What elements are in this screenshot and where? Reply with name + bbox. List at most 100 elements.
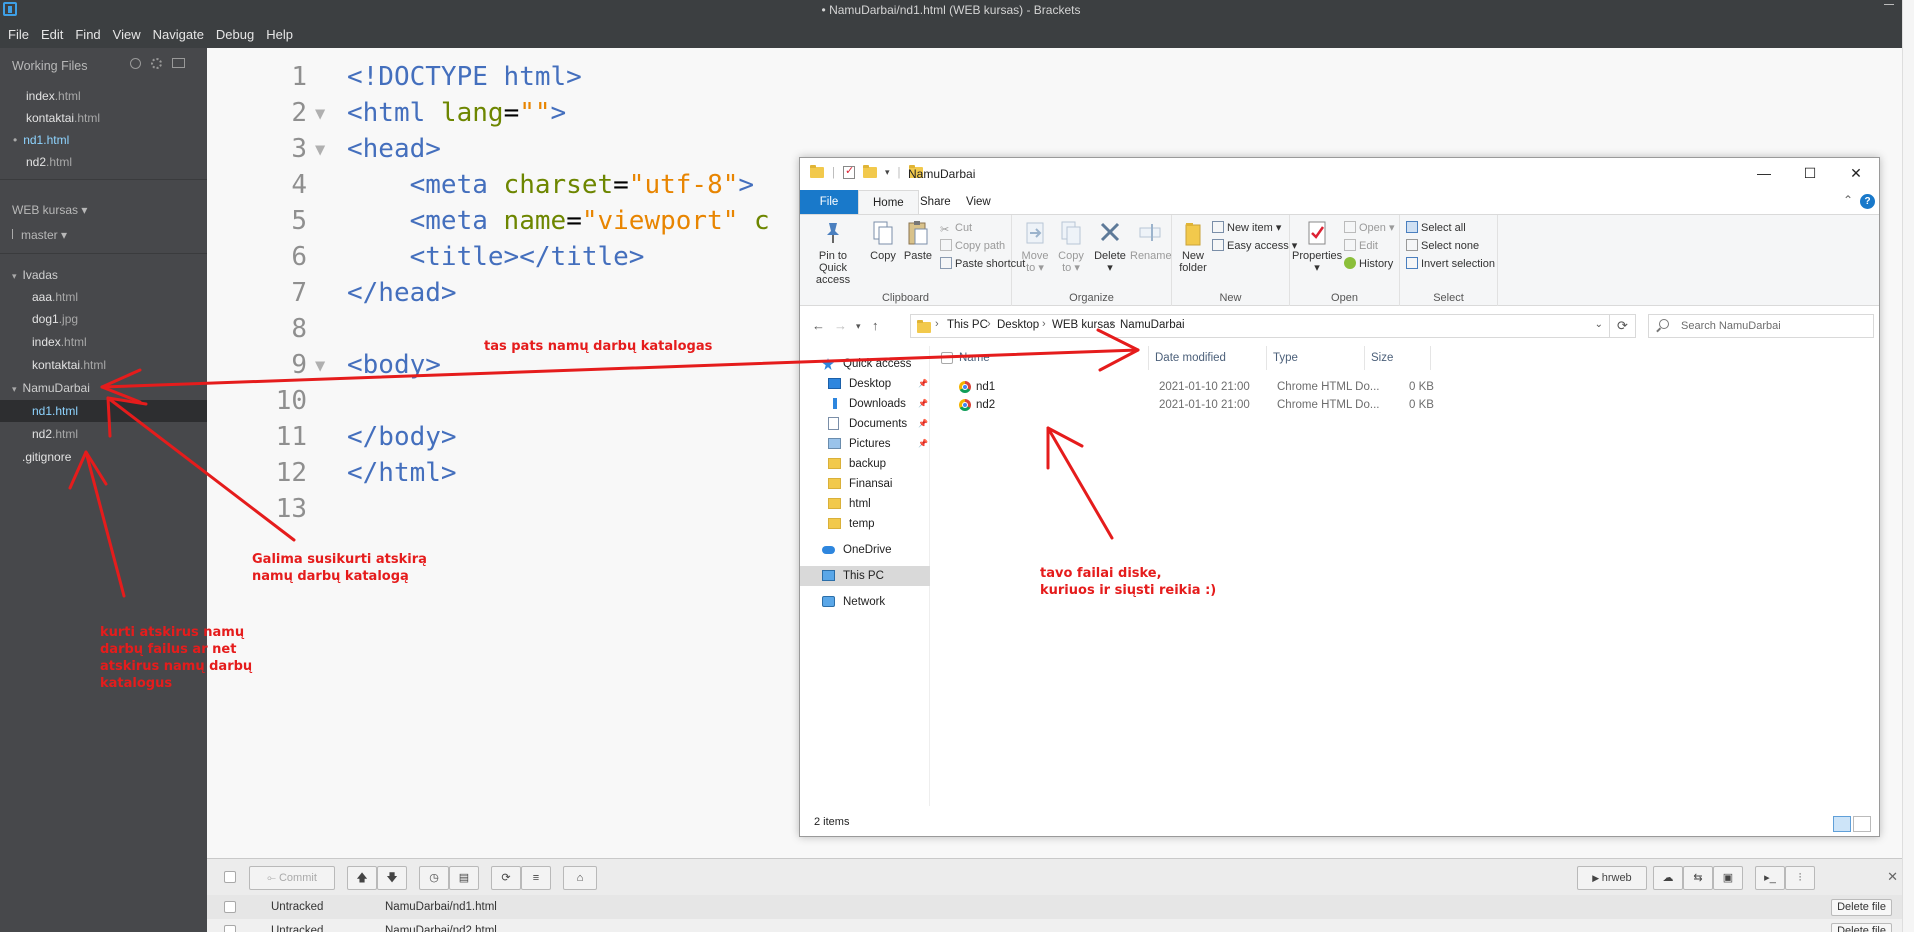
- tag-button[interactable]: ⌂: [563, 866, 597, 890]
- pull-button[interactable]: 🡅: [347, 866, 377, 890]
- minimize-icon[interactable]: —: [1741, 158, 1787, 190]
- collapse-ribbon-icon[interactable]: ⌃: [1843, 193, 1853, 207]
- menu-button[interactable]: ≡: [521, 866, 551, 890]
- tree-folder-namudarbai[interactable]: ▾ NamuDarbai: [0, 377, 207, 399]
- history-button[interactable]: ◷: [419, 866, 449, 890]
- select-all-checkbox[interactable]: [224, 871, 236, 883]
- tree-file-gitignore[interactable]: .gitignore: [0, 446, 207, 468]
- cloud-button[interactable]: ☁: [1653, 866, 1683, 890]
- back-arrow-icon[interactable]: ←: [812, 318, 825, 333]
- open-button[interactable]: Open ▾: [1344, 219, 1395, 237]
- terminal-button[interactable]: ▸_: [1755, 866, 1785, 890]
- push-button[interactable]: 🡇: [377, 866, 407, 890]
- easy-access-button[interactable]: Easy access ▾: [1212, 237, 1297, 255]
- select-all-checkbox[interactable]: [941, 352, 953, 364]
- breadcrumb-this-pc[interactable]: This PC: [947, 319, 988, 331]
- tab-file[interactable]: File: [800, 190, 858, 214]
- close-icon[interactable]: ✕: [1887, 869, 1898, 885]
- customize-dropdown-icon[interactable]: ▾: [885, 167, 890, 178]
- column-name[interactable]: Name: [953, 346, 1149, 370]
- breadcrumb-web-kursas[interactable]: WEB kursas: [1052, 319, 1115, 331]
- git-file-row[interactable]: Untracked NamuDarbai/nd2.html Delete fil…: [207, 919, 1902, 932]
- tab-view[interactable]: View: [952, 190, 1005, 214]
- project-dropdown[interactable]: WEB kursas ▾: [12, 203, 87, 217]
- delete-file-button[interactable]: Delete file: [1831, 899, 1892, 916]
- refresh-button[interactable]: ⟳: [491, 866, 521, 890]
- gear-icon[interactable]: [151, 58, 162, 69]
- tree-file-dog1[interactable]: dog1.jpg: [0, 308, 207, 330]
- large-icons-view-icon[interactable]: [1853, 816, 1871, 832]
- stash-button[interactable]: ▣: [1713, 866, 1743, 890]
- close-icon[interactable]: ✕: [1833, 158, 1879, 190]
- diff-button[interactable]: ⇆: [1683, 866, 1713, 890]
- file-row-nd1[interactable]: nd1 2021-01-10 21:00 Chrome HTML Do... 0…: [931, 378, 1879, 396]
- tree-file-nd1[interactable]: nd1.html: [0, 400, 207, 422]
- rename-button[interactable]: Rename: [1130, 219, 1172, 262]
- working-file-kontaktai[interactable]: kontaktai.html: [0, 107, 207, 129]
- settings-button[interactable]: ⫶: [1785, 866, 1815, 890]
- invert-selection-button[interactable]: Invert selection: [1406, 255, 1495, 273]
- tree-file-index[interactable]: index.html: [0, 331, 207, 353]
- help-icon[interactable]: ?: [1860, 194, 1875, 209]
- paste-button[interactable]: Paste: [900, 219, 936, 262]
- properties-button[interactable]: Properties ▾: [1292, 219, 1342, 274]
- fold-icon[interactable]: ▼: [315, 356, 325, 376]
- menu-edit[interactable]: Edit: [41, 27, 63, 42]
- remote-button[interactable]: ▶ hrweb: [1577, 866, 1647, 890]
- select-all-button[interactable]: Select all: [1406, 219, 1466, 237]
- working-file-index[interactable]: index.html: [0, 85, 207, 107]
- delete-file-button[interactable]: Delete file: [1831, 923, 1892, 932]
- menu-debug[interactable]: Debug: [216, 27, 254, 42]
- branch-dropdown[interactable]: master ▾: [12, 228, 67, 242]
- file-checkbox[interactable]: [224, 901, 236, 913]
- menu-file[interactable]: File: [8, 27, 29, 42]
- file-history-button[interactable]: ▤: [449, 866, 479, 890]
- working-file-nd2[interactable]: nd2.html: [0, 151, 207, 173]
- forward-arrow-icon[interactable]: →: [834, 318, 847, 333]
- column-date-modified[interactable]: Date modified: [1149, 346, 1267, 370]
- nav-item-this-pc[interactable]: computer-icon This PC: [800, 566, 930, 586]
- minimize-icon[interactable]: [1884, 4, 1894, 5]
- tree-file-nd2[interactable]: nd2.html: [0, 423, 207, 445]
- address-bar[interactable]: › This PC › Desktop › WEB kursas › NamuD…: [910, 314, 1610, 338]
- column-size[interactable]: Size: [1365, 346, 1431, 370]
- new-item-button[interactable]: New item ▾: [1212, 219, 1281, 237]
- edit-button[interactable]: Edit: [1344, 237, 1378, 255]
- split-view-icon[interactable]: [172, 58, 185, 68]
- details-view-icon[interactable]: [1833, 816, 1851, 832]
- new-folder-icon[interactable]: [863, 165, 877, 178]
- menu-find[interactable]: Find: [75, 27, 100, 42]
- fold-icon[interactable]: ▼: [315, 104, 325, 124]
- close-all-icon[interactable]: [130, 58, 141, 69]
- move-to-button[interactable]: Move to ▾: [1018, 219, 1052, 274]
- fold-icon[interactable]: ▼: [315, 140, 325, 160]
- breadcrumb-desktop[interactable]: Desktop: [997, 319, 1039, 331]
- git-file-row[interactable]: Untracked NamuDarbai/nd1.html Delete fil…: [207, 895, 1902, 919]
- up-arrow-icon[interactable]: ↑: [872, 318, 879, 333]
- file-row-nd2[interactable]: nd2 2021-01-10 21:00 Chrome HTML Do... 0…: [931, 396, 1879, 414]
- menu-view[interactable]: View: [113, 27, 141, 42]
- column-type[interactable]: Type: [1267, 346, 1365, 370]
- working-file-nd1[interactable]: • nd1.html: [0, 129, 207, 151]
- delete-button[interactable]: Delete ▾: [1092, 219, 1128, 274]
- menu-navigate[interactable]: Navigate: [153, 27, 204, 42]
- new-folder-button[interactable]: New folder: [1176, 219, 1210, 274]
- chevron-down-icon[interactable]: ⌄: [1595, 319, 1603, 330]
- commit-button[interactable]: ⟜ Commit: [249, 866, 335, 890]
- pin-quick-access-button[interactable]: Pin to Quick access: [804, 219, 862, 286]
- menu-help[interactable]: Help: [266, 27, 293, 42]
- tree-file-aaa[interactable]: aaa.html: [0, 286, 207, 308]
- file-checkbox[interactable]: [224, 925, 236, 932]
- copy-path-button[interactable]: Copy path: [940, 237, 1005, 255]
- copy-to-button[interactable]: Copy to ▾: [1054, 219, 1088, 274]
- tree-folder-ivadas[interactable]: ▾ Ivadas: [0, 264, 207, 286]
- properties-icon[interactable]: [843, 164, 855, 179]
- copy-button[interactable]: Copy: [866, 219, 900, 262]
- maximize-icon[interactable]: ☐: [1787, 158, 1833, 190]
- search-input[interactable]: Search NamuDarbai: [1648, 314, 1874, 338]
- tree-file-kontaktai[interactable]: kontaktai.html: [0, 354, 207, 376]
- cut-button[interactable]: ✂ Cut: [940, 219, 972, 237]
- history-button[interactable]: History: [1344, 255, 1393, 273]
- breadcrumb-namudarbai[interactable]: NamuDarbai: [1120, 319, 1185, 331]
- select-none-button[interactable]: Select none: [1406, 237, 1479, 255]
